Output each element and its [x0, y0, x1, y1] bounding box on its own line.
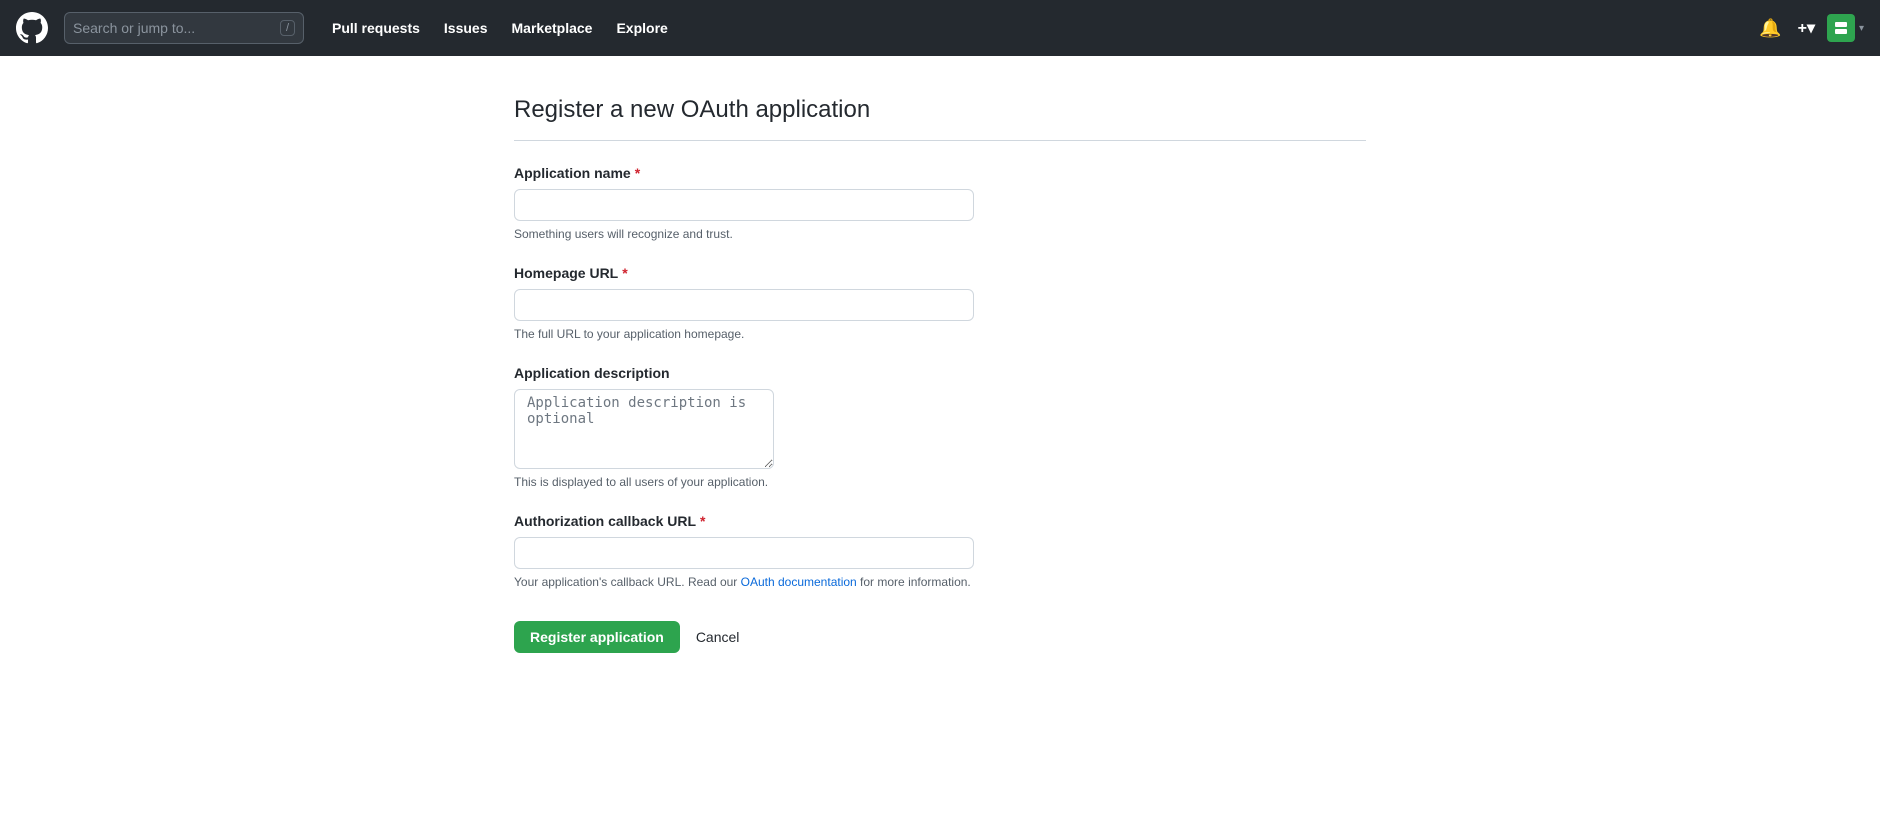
app-name-input[interactable]: [514, 189, 974, 221]
new-menu-button[interactable]: +▾: [1794, 14, 1819, 42]
app-name-label: Application name*: [514, 165, 1366, 181]
description-label: Application description: [514, 365, 1366, 381]
callback-url-required: *: [700, 513, 705, 529]
search-shortcut-badge: /: [280, 20, 295, 36]
form-actions: Register application Cancel: [514, 621, 1366, 653]
description-hint: This is displayed to all users of your a…: [514, 475, 1366, 489]
app-name-hint: Something users will recognize and trust…: [514, 227, 1366, 241]
homepage-url-group: Homepage URL* The full URL to your appli…: [514, 265, 1366, 341]
page-title: Register a new OAuth application: [514, 96, 1366, 141]
nav-pull-requests[interactable]: Pull requests: [320, 12, 432, 44]
bell-icon: 🔔: [1759, 18, 1781, 39]
oauth-documentation-link[interactable]: OAuth documentation: [741, 575, 857, 589]
homepage-url-hint: The full URL to your application homepag…: [514, 327, 1366, 341]
callback-url-input[interactable]: [514, 537, 974, 569]
homepage-url-input[interactable]: [514, 289, 974, 321]
callback-url-hint: Your application's callback URL. Read ou…: [514, 575, 1366, 589]
app-name-required: *: [635, 165, 640, 181]
cancel-link[interactable]: Cancel: [696, 629, 740, 645]
header-actions: 🔔 +▾ ▾: [1755, 14, 1864, 43]
plus-icon: +▾: [1798, 18, 1815, 38]
nav-marketplace[interactable]: Marketplace: [500, 12, 605, 44]
github-logo[interactable]: [16, 12, 48, 44]
user-menu-button[interactable]: ▾: [1827, 14, 1864, 42]
register-application-button[interactable]: Register application: [514, 621, 680, 653]
app-name-group: Application name* Something users will r…: [514, 165, 1366, 241]
notifications-button[interactable]: 🔔: [1755, 14, 1785, 43]
avatar: [1827, 14, 1855, 42]
oauth-registration-form: Application name* Something users will r…: [514, 165, 1366, 653]
nav-issues[interactable]: Issues: [432, 12, 500, 44]
search-bar[interactable]: /: [64, 12, 304, 44]
header: / Pull requests Issues Marketplace Explo…: [0, 0, 1880, 56]
homepage-url-label: Homepage URL*: [514, 265, 1366, 281]
description-group: Application description This is displaye…: [514, 365, 1366, 489]
callback-url-label: Authorization callback URL*: [514, 513, 1366, 529]
chevron-down-icon: ▾: [1859, 23, 1864, 34]
description-textarea[interactable]: [514, 389, 774, 469]
homepage-url-required: *: [622, 265, 627, 281]
main-content: Register a new OAuth application Applica…: [490, 56, 1390, 693]
nav-explore[interactable]: Explore: [604, 12, 679, 44]
callback-url-group: Authorization callback URL* Your applica…: [514, 513, 1366, 589]
search-input[interactable]: [73, 20, 272, 36]
main-nav: Pull requests Issues Marketplace Explore: [320, 12, 680, 44]
